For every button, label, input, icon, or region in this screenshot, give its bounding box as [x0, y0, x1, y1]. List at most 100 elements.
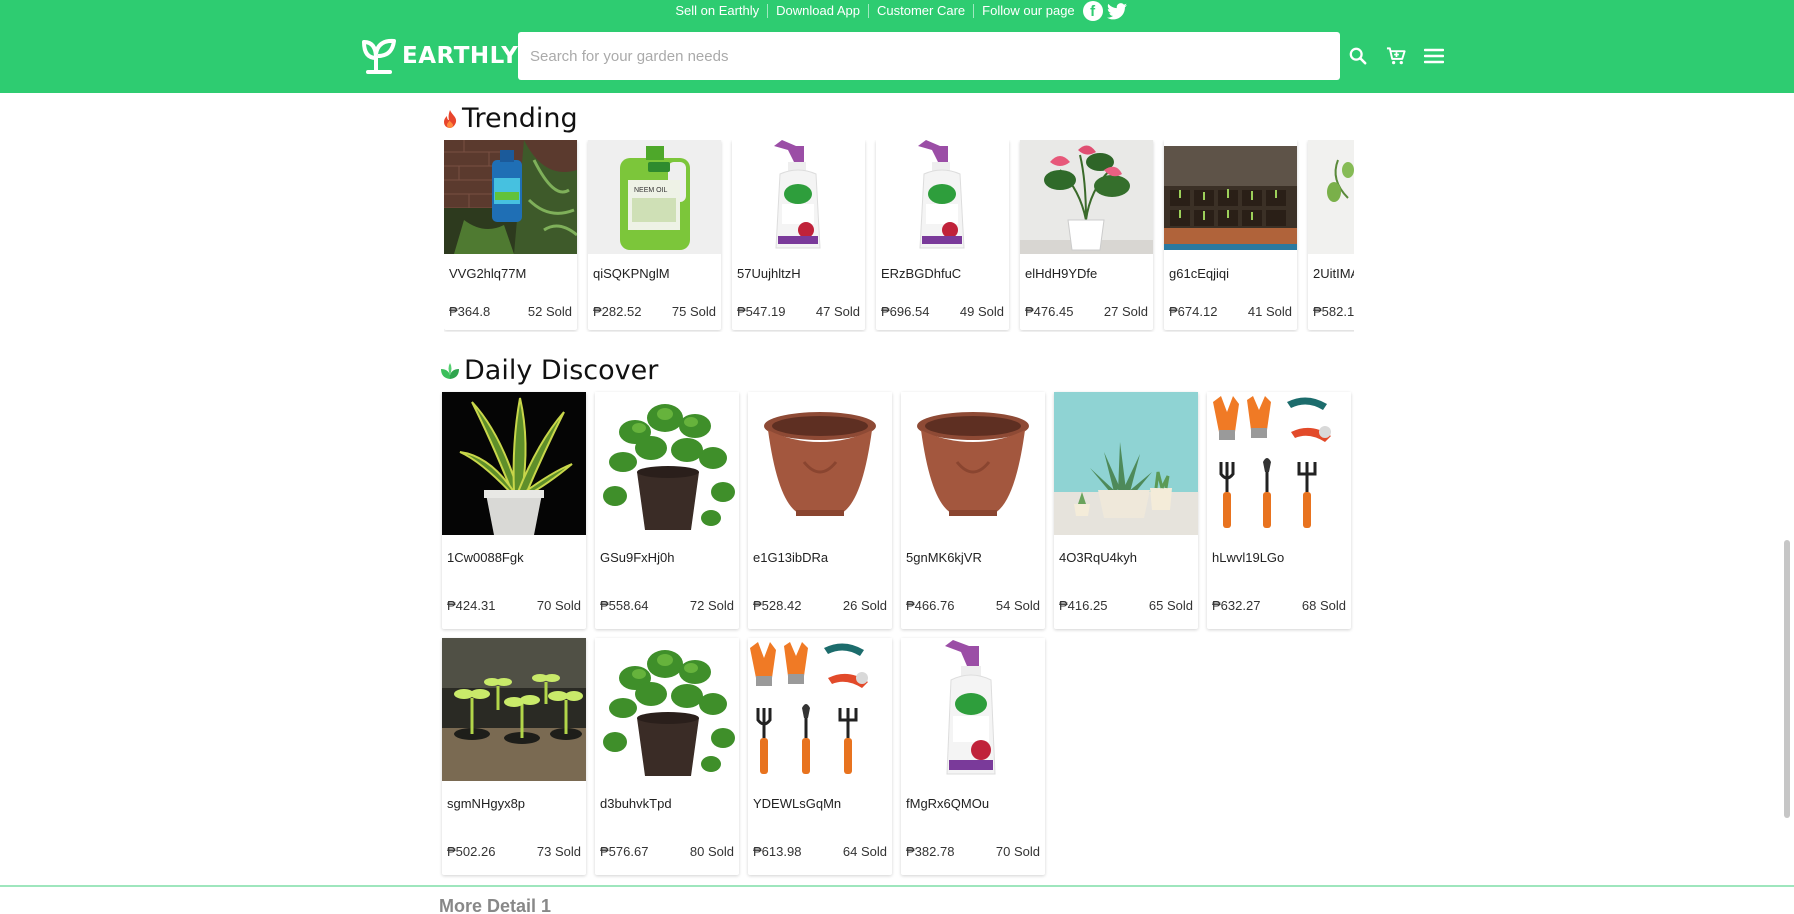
more-detail-heading: More Detail 1 — [439, 896, 552, 914]
sell-on-earthly-link[interactable]: Sell on Earthly — [667, 4, 767, 18]
product-price: ₱502.26 — [447, 844, 496, 859]
search-input[interactable] — [518, 32, 1340, 80]
product-image-succulents — [1054, 392, 1198, 535]
product-name: sgmNHgyx8p — [447, 796, 526, 811]
product-image-pothos — [1308, 140, 1354, 254]
header-bar: Sell on Earthly Download App Customer Ca… — [0, 0, 1794, 93]
product-name: fMgRx6QMOu — [906, 796, 990, 811]
product-image-terracotta-pot — [748, 392, 892, 535]
product-card[interactable]: VVG2hlq77M ₱364.8 52 Sold — [444, 140, 577, 330]
product-image-seedlings — [442, 638, 586, 781]
product-card[interactable]: 1Cw0088Fgk ₱424.31 70 Sold — [442, 392, 586, 629]
product-sold-count: 65 Sold — [1148, 598, 1193, 613]
product-price: ₱466.76 — [906, 598, 955, 613]
product-card[interactable]: 4O3RqU4kyh ₱416.25 65 Sold — [1054, 392, 1198, 629]
product-sold-count: 52 Sold — [527, 304, 572, 319]
product-image-snake-plant — [442, 392, 586, 535]
product-name: GSu9FxHj0h — [600, 550, 675, 565]
product-name: YDEWLsGqMn — [753, 796, 842, 811]
facebook-icon[interactable]: f — [1082, 1, 1103, 21]
product-sold-count: 64 Sold — [842, 844, 887, 859]
product-sold-count: 73 Sold — [536, 844, 581, 859]
product-sold-count: 68 Sold — [1301, 598, 1346, 613]
product-price: ₱424.31 — [447, 598, 496, 613]
product-sold-count: 41 Sold — [1247, 304, 1292, 319]
product-card[interactable]: NEEM OIL qiSQKPNglM ₱282.52 75 Sold — [588, 140, 721, 330]
product-sold-count: 49 Sold — [959, 304, 1004, 319]
product-sold-count: 54 Sold — [995, 598, 1040, 613]
product-sold-count: 47 Sold — [815, 304, 860, 319]
product-image-spray-bottle — [901, 638, 1045, 781]
product-image-seedling-tray — [1164, 140, 1297, 254]
product-name: 2UitIMA — [1313, 266, 1354, 281]
social-links: f — [1082, 1, 1127, 21]
product-card[interactable]: ERzBGDhfuC ₱696.54 49 Sold — [876, 140, 1009, 330]
product-price: ₱674.12 — [1169, 304, 1218, 319]
trending-carousel[interactable]: VVG2hlq77M ₱364.8 52 Sold NEEM OIL qiSQK… — [444, 140, 1354, 332]
download-app-link[interactable]: Download App — [768, 4, 868, 18]
earthly-logo[interactable]: EARTHLY — [360, 38, 518, 74]
sprout-logo-icon — [360, 38, 398, 74]
product-card[interactable]: GSu9FxHj0h ₱558.64 72 Sold — [595, 392, 739, 629]
product-image-pothos-pot — [595, 392, 739, 535]
product-sold-count: 70 Sold — [536, 598, 581, 613]
product-name: 57UujhltzH — [737, 266, 801, 281]
product-card[interactable]: d3buhvkTpd ₱576.67 80 Sold — [595, 638, 739, 875]
sprout-icon — [440, 362, 460, 380]
product-card[interactable]: 57UujhltzH ₱547.19 47 Sold — [732, 140, 865, 330]
product-price: ₱582.18 — [1313, 304, 1354, 319]
product-sold-count: 27 Sold — [1103, 304, 1148, 319]
product-card[interactable]: fMgRx6QMOu ₱382.78 70 Sold — [901, 638, 1045, 875]
logo-text: EARTHLY — [402, 43, 519, 69]
trending-heading: Trending — [442, 103, 578, 134]
product-name: 1Cw0088Fgk — [447, 550, 524, 565]
daily-discover-heading: Daily Discover — [440, 355, 658, 386]
twitter-icon[interactable] — [1106, 1, 1127, 21]
product-image-terracotta-pot — [901, 392, 1045, 535]
product-name: elHdH9YDfe — [1025, 266, 1098, 281]
search-icon[interactable] — [1347, 45, 1369, 67]
product-price: ₱632.27 — [1212, 598, 1261, 613]
product-image-anthurium — [1020, 140, 1153, 254]
product-card[interactable]: YDEWLsGqMn ₱613.98 64 Sold — [748, 638, 892, 875]
product-image-spray-bottle — [876, 140, 1009, 254]
product-price: ₱416.25 — [1059, 598, 1108, 613]
product-card[interactable]: sgmNHgyx8p ₱502.26 73 Sold — [442, 638, 586, 875]
menu-icon[interactable] — [1423, 45, 1445, 67]
top-links-bar: Sell on Earthly Download App Customer Ca… — [0, 0, 1794, 22]
product-image-garden-tools — [1207, 392, 1351, 535]
product-sold-count: 72 Sold — [689, 598, 734, 613]
product-image-spray-bottle — [732, 140, 865, 254]
product-name: e1G13ibDRa — [753, 550, 829, 565]
product-name: d3buhvkTpd — [600, 796, 672, 811]
product-image-garden-tools — [748, 638, 892, 781]
product-name: 5gnMK6kjVR — [906, 550, 982, 565]
product-image-neem-oil-jug: NEEM OIL — [588, 140, 721, 254]
product-name: qiSQKPNglM — [593, 266, 670, 281]
customer-care-link[interactable]: Customer Care — [869, 4, 973, 18]
product-price: ₱558.64 — [600, 598, 649, 613]
product-price: ₱576.67 — [600, 844, 649, 859]
page-scrollbar[interactable] — [1784, 540, 1790, 818]
product-card[interactable]: 5gnMK6kjVR ₱466.76 54 Sold — [901, 392, 1045, 629]
product-card[interactable]: 2UitIMA ₱582.18 — [1308, 140, 1354, 330]
product-sold-count: 80 Sold — [689, 844, 734, 859]
product-price: ₱476.45 — [1025, 304, 1074, 319]
product-price: ₱282.52 — [593, 304, 642, 319]
product-card[interactable]: g61cEqjiqi ₱674.12 41 Sold — [1164, 140, 1297, 330]
svg-text:NEEM OIL: NEEM OIL — [634, 187, 668, 194]
cart-icon[interactable] — [1385, 45, 1407, 67]
product-card[interactable]: elHdH9YDfe ₱476.45 27 Sold — [1020, 140, 1153, 330]
product-price: ₱613.98 — [753, 844, 802, 859]
product-image-pothos-pot — [595, 638, 739, 781]
product-name: ERzBGDhfuC — [881, 266, 962, 281]
product-price: ₱528.42 — [753, 598, 802, 613]
product-card[interactable]: e1G13ibDRa ₱528.42 26 Sold — [748, 392, 892, 629]
product-price: ₱696.54 — [881, 304, 930, 319]
trending-title: Trending — [462, 103, 578, 134]
product-sold-count: 70 Sold — [995, 844, 1040, 859]
section-divider — [0, 885, 1794, 887]
product-name: g61cEqjiqi — [1169, 266, 1229, 281]
product-name: hLwvl19LGo — [1212, 550, 1285, 565]
product-card[interactable]: hLwvl19LGo ₱632.27 68 Sold — [1207, 392, 1351, 629]
